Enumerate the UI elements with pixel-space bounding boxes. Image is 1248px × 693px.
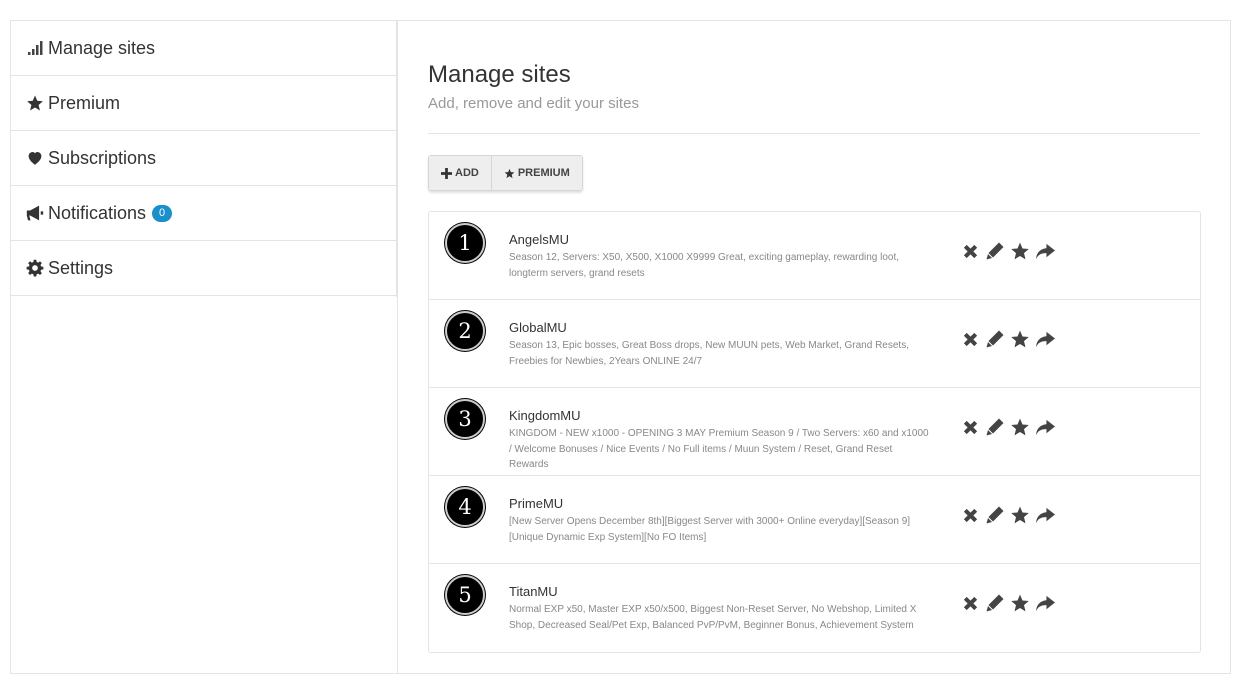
rank-badge: 2 [445, 311, 485, 351]
toolbar: ADD PREMIUM [428, 155, 583, 191]
row-actions [959, 328, 1056, 350]
site-description: Season 12, Servers: X50, X500, X1000 X99… [509, 252, 900, 279]
edit-icon[interactable] [984, 240, 1006, 262]
sidebar-item-subscriptions[interactable]: Subscriptions [11, 131, 396, 186]
sidebar-item-label: Notifications [48, 202, 147, 223]
site-name[interactable]: TitanMU [509, 584, 558, 599]
sidebar-item-label: Premium [48, 92, 121, 113]
sidebar-item-label: Subscriptions [48, 147, 157, 168]
page-subtitle: Add, remove and edit your sites [428, 95, 639, 112]
sidebar-item-label: Manage sites [48, 37, 156, 58]
site-description: KINGDOM - NEW x1000 - OPENING 3 MAY Prem… [509, 428, 929, 470]
sidebar-item-manage-sites[interactable]: Manage sites [11, 21, 396, 76]
row-actions [959, 416, 1056, 438]
site-description: [New Server Opens December 8th][Biggest … [509, 516, 911, 543]
site-name[interactable]: KingdomMU [509, 408, 581, 423]
site-list: 1 AngelsMU Season 12, Servers: X50, X500… [428, 211, 1201, 653]
star-icon[interactable] [1009, 328, 1031, 350]
share-icon[interactable] [1034, 240, 1056, 262]
sidebar-item-label: Settings [48, 257, 114, 278]
edit-icon[interactable] [984, 416, 1006, 438]
page-title: Manage sites [428, 61, 571, 88]
remove-icon[interactable] [959, 240, 981, 262]
sidebar: Manage sites Premium Subscriptions Notif… [11, 21, 397, 297]
site-description: Season 13, Epic bosses, Great Boss drops… [509, 340, 909, 367]
sidebar-item-premium[interactable]: Premium [11, 76, 396, 131]
row-actions [959, 240, 1056, 262]
plus-icon [441, 167, 452, 179]
add-site-label: ADD [455, 167, 479, 179]
sidebar-item-notifications[interactable]: Notifications 0 [11, 186, 396, 241]
site-name[interactable]: PrimeMU [509, 496, 563, 511]
edit-icon[interactable] [984, 328, 1006, 350]
share-icon[interactable] [1034, 416, 1056, 438]
sidebar-divider [397, 21, 398, 673]
remove-icon[interactable] [959, 592, 981, 614]
site-description: Normal EXP x50, Master EXP x50/x500, Big… [509, 604, 917, 631]
star-icon [25, 93, 45, 113]
site-name[interactable]: AngelsMU [509, 232, 569, 247]
premium-button[interactable]: PREMIUM [490, 156, 582, 190]
row-actions [959, 504, 1056, 526]
site-row: 2 GlobalMU Season 13, Epic bosses, Great… [429, 300, 1200, 388]
page-frame: Manage sites Premium Subscriptions Notif… [10, 20, 1231, 674]
edit-icon[interactable] [984, 592, 1006, 614]
remove-icon[interactable] [959, 504, 981, 526]
star-icon[interactable] [1009, 416, 1031, 438]
star-icon[interactable] [1009, 504, 1031, 526]
rank-badge: 5 [445, 575, 485, 615]
star-icon[interactable] [1009, 592, 1031, 614]
rank-badge: 1 [445, 223, 485, 263]
notification-count-badge: 0 [152, 204, 173, 222]
row-actions [959, 592, 1056, 614]
share-icon[interactable] [1034, 328, 1056, 350]
site-name[interactable]: GlobalMU [509, 320, 567, 335]
rank-badge: 3 [445, 399, 485, 439]
share-icon[interactable] [1034, 592, 1056, 614]
heart-icon [25, 148, 45, 168]
remove-icon[interactable] [959, 416, 981, 438]
star-icon[interactable] [1009, 240, 1031, 262]
site-row: 5 TitanMU Normal EXP x50, Master EXP x50… [429, 564, 1200, 652]
premium-label: PREMIUM [517, 167, 570, 179]
site-row: 4 PrimeMU [New Server Opens December 8th… [429, 476, 1200, 564]
site-row: 1 AngelsMU Season 12, Servers: X50, X500… [429, 212, 1200, 300]
gear-icon [25, 258, 45, 278]
site-row: 3 KingdomMU KINGDOM - NEW x1000 - OPENIN… [429, 388, 1200, 476]
header-divider [428, 133, 1200, 134]
signal-bars-icon [25, 38, 45, 58]
edit-icon[interactable] [984, 504, 1006, 526]
share-icon[interactable] [1034, 504, 1056, 526]
star-icon [504, 168, 515, 178]
remove-icon[interactable] [959, 328, 981, 350]
add-site-button[interactable]: ADD [429, 156, 491, 190]
rank-badge: 4 [445, 487, 485, 527]
megaphone-icon [25, 203, 45, 223]
sidebar-item-settings[interactable]: Settings [11, 241, 396, 296]
